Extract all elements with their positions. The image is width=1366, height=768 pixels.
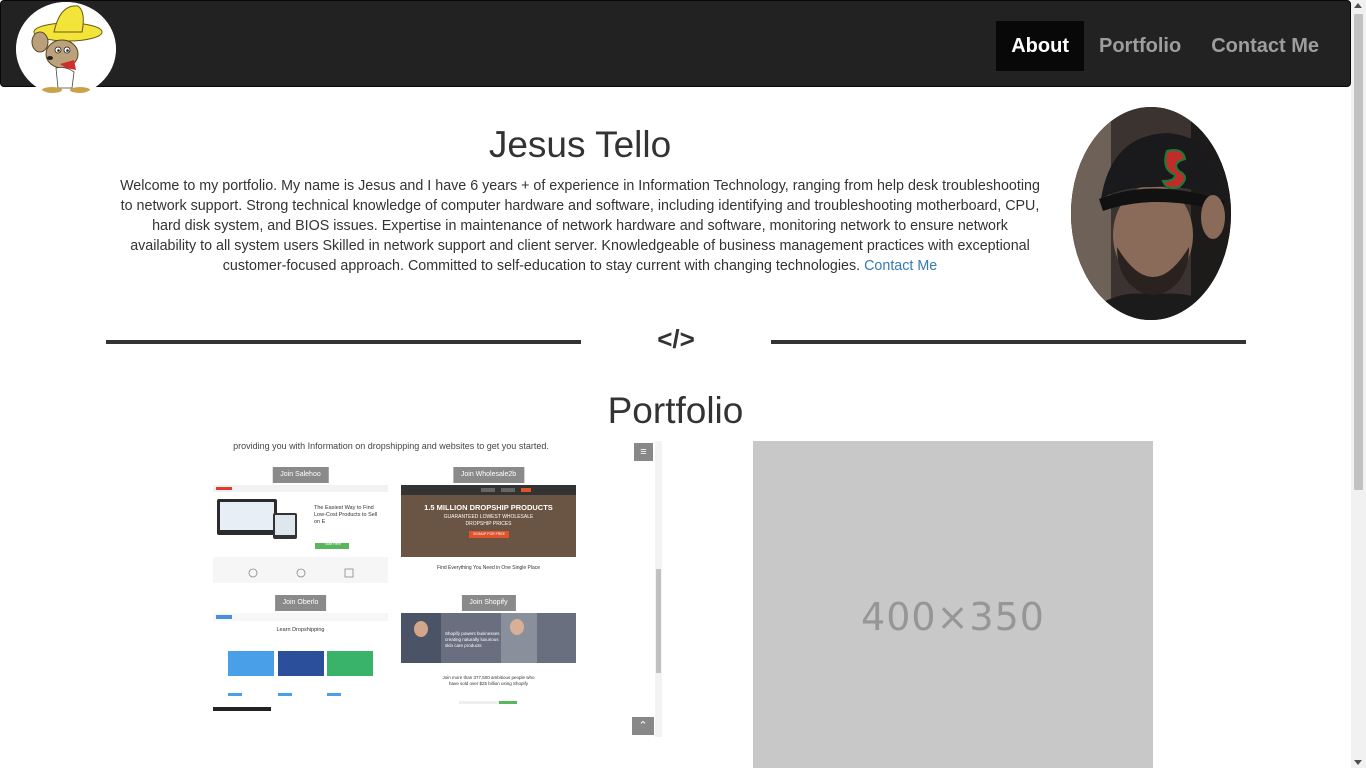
divider-line-left	[106, 340, 581, 344]
menu-icon: ≡	[640, 446, 647, 458]
preview-scroll-top-button[interactable]: ⌃	[632, 717, 654, 735]
join-wholesale2b-button[interactable]: Join Wholesale2b	[452, 467, 525, 483]
oberlo-screenshot: Learn Dropshipping	[213, 613, 388, 711]
join-shopify-button[interactable]: Join Shopify	[461, 595, 516, 611]
contact-link[interactable]: Contact Me	[864, 258, 937, 274]
oberlo-headline: Learn Dropshipping	[276, 627, 325, 633]
navbar: About Portfolio Contact Me	[0, 0, 1351, 87]
wholesale2b-footer: Find Everything You Need in One Single P…	[436, 565, 541, 571]
page-title: Jesus Tello	[488, 124, 672, 165]
logo[interactable]	[16, 2, 116, 96]
nav-about[interactable]: About	[996, 21, 1084, 71]
preview-scrollbar[interactable]	[655, 441, 662, 737]
placeholder-size-text: 400×350	[861, 595, 1045, 639]
page: About Portfolio Contact Me Jesus Tello W…	[0, 0, 1366, 768]
salehoo-screenshot	[213, 485, 388, 583]
scroll-down-arrow-icon[interactable]	[1354, 760, 1362, 765]
wholesale2b-cta: SIGNUP FOR FREE	[472, 532, 506, 536]
join-salehoo-button[interactable]: Join Salehoo	[272, 467, 329, 483]
page-scrollbar[interactable]	[1351, 0, 1366, 768]
bio-text: Welcome to my portfolio. My name is Jesu…	[120, 176, 1040, 276]
salehoo-cta: Start Here	[325, 542, 341, 546]
join-oberlo-button[interactable]: Join Oberlo	[274, 595, 327, 611]
page-scrollbar-thumb[interactable]	[1354, 14, 1363, 490]
portfolio-preview-frame[interactable]: providing you with Information on dropsh…	[206, 441, 662, 737]
nav-contact[interactable]: Contact Me	[1196, 21, 1334, 71]
divider-line-right	[771, 340, 1246, 344]
wholesale2b-screenshot: 1.5 MILLION DROPSHIP PRODUCTS GUARANTEED…	[401, 485, 576, 583]
chevron-up-icon: ⌃	[638, 720, 648, 732]
scroll-up-arrow-icon[interactable]	[1354, 3, 1362, 8]
preview-menu-button[interactable]: ≡	[634, 443, 653, 461]
shopify-footer: Join more than 377,500 ambitious people …	[442, 675, 535, 686]
profile-photo-image	[1071, 107, 1231, 320]
nav-portfolio[interactable]: Portfolio	[1084, 21, 1196, 71]
code-icon: </>	[657, 324, 695, 354]
salehoo-headline: The Easiest Way to Find Low-Cost Product…	[314, 505, 378, 525]
nav-links: About Portfolio Contact Me	[996, 21, 1334, 71]
shopify-screenshot: Shopify powers businesses creating natur…	[401, 613, 576, 711]
speedy-gonzales-logo-icon	[16, 2, 116, 96]
wholesale2b-headline: 1.5 MILLION DROPSHIP PRODUCTS	[424, 503, 553, 512]
preview-scrollbar-thumb[interactable]	[656, 569, 661, 673]
shopify-headline: Shopify powers businesses creating natur…	[445, 631, 500, 648]
preview-intro-text: providing you with Information on dropsh…	[233, 441, 549, 451]
portfolio-placeholder-image: 400×350	[753, 441, 1153, 768]
profile-photo	[1071, 107, 1231, 320]
portfolio-title: Portfolio	[607, 390, 744, 431]
wholesale2b-sub: GUARANTEED LOWEST WHOLESALE DROPSHIP PRI…	[443, 514, 534, 527]
